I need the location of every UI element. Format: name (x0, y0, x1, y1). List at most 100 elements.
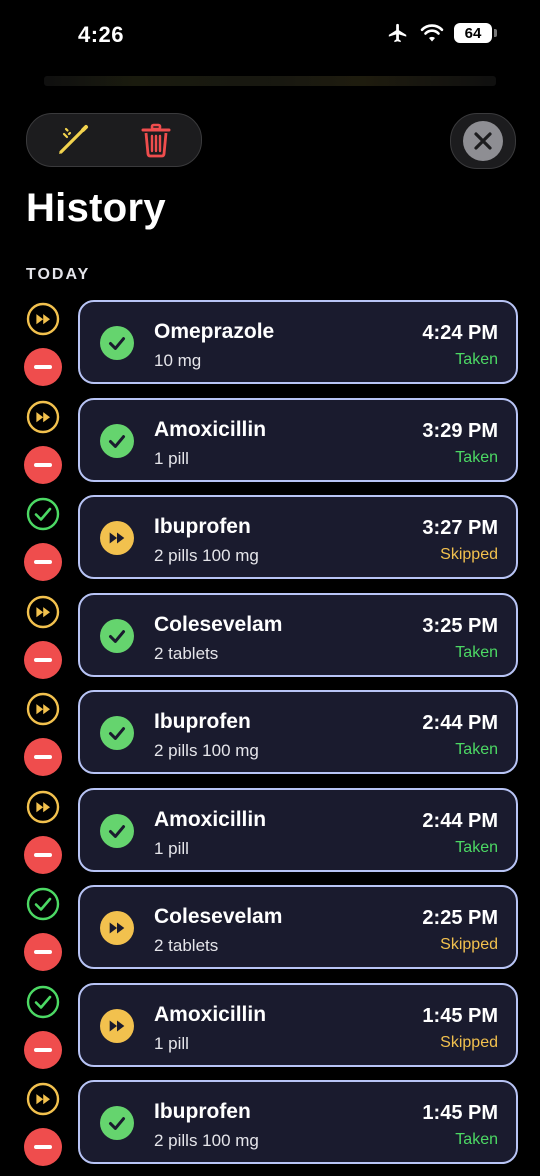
mark-taken-button[interactable] (26, 887, 60, 921)
fast-forward-circle-icon (26, 400, 60, 438)
medication-dose: 1 pill (154, 1033, 189, 1053)
history-row: Ibuprofen 2 pills 100 mg 3:27 PM Skipped (0, 493, 540, 591)
delete-entry-button[interactable] (24, 933, 62, 971)
medication-name: Ibuprofen (154, 1100, 251, 1123)
delete-entry-button[interactable] (24, 1030, 62, 1069)
history-card[interactable]: Amoxicillin 1 pill 2:44 PM Taken (78, 787, 518, 872)
checkmark-circle-icon (26, 497, 60, 535)
delete-entry-button[interactable] (24, 543, 62, 581)
dose-status: Taken (455, 741, 498, 758)
dose-time: 3:27 PM (422, 517, 498, 539)
history-card[interactable]: Colesevelam 2 tablets 3:25 PM Taken (78, 592, 518, 677)
minus-icon (34, 950, 52, 954)
medication-dose: 1 pill (154, 838, 189, 858)
dose-time: 2:44 PM (422, 712, 498, 734)
dose-time: 1:45 PM (422, 1102, 498, 1124)
battery-indicator: 64 (454, 23, 497, 43)
dose-status: Taken (455, 351, 498, 368)
status-time: 4:26 (78, 22, 125, 47)
minus-icon (34, 560, 52, 564)
history-row: Ibuprofen 2 pills 100 mg 1:45 PM Taken (0, 1078, 540, 1176)
delete-entry-button[interactable] (24, 445, 62, 484)
fast-forward-circle-icon (26, 595, 60, 633)
checkmark-icon (100, 618, 134, 653)
minus-icon (34, 462, 52, 467)
checkmark-circle-icon (26, 985, 60, 1023)
delete-entry-button[interactable] (24, 348, 62, 386)
fast-forward-circle-icon (26, 790, 60, 828)
medication-dose: 2 pills 100 mg (154, 1131, 259, 1150)
mark-skipped-button[interactable] (26, 302, 60, 336)
delete-entry-button[interactable] (24, 738, 62, 776)
status-icons: 64 (386, 22, 497, 44)
checkmark-icon (100, 1106, 134, 1140)
medication-name: Amoxicillin (154, 807, 267, 831)
fast-forward-icon (100, 1008, 134, 1043)
dose-time: 2:44 PM (422, 809, 498, 832)
history-row: Omeprazole 10 mg 4:24 PM Taken (0, 298, 540, 396)
history-card[interactable]: Ibuprofen 2 pills 100 mg 3:27 PM Skipped (78, 495, 518, 579)
medication-dose: 2 tablets (154, 936, 219, 955)
delete-all-button[interactable] (136, 120, 176, 160)
dose-status: Taken (455, 838, 498, 856)
medication-name: Colesevelam (154, 905, 283, 928)
delete-entry-button[interactable] (24, 835, 62, 874)
checkmark-icon (100, 326, 134, 360)
history-row: Colesevelam 2 tablets 3:25 PM Taken (0, 591, 540, 689)
battery-level: 64 (464, 24, 482, 42)
fast-forward-icon (100, 911, 134, 945)
dose-status: Taken (455, 643, 498, 661)
dose-status: Skipped (440, 936, 498, 953)
mark-skipped-button[interactable] (26, 400, 60, 434)
close-button[interactable] (450, 113, 516, 169)
mark-skipped-button[interactable] (26, 790, 60, 824)
dose-time: 1:45 PM (422, 1004, 498, 1027)
dose-status: Skipped (440, 1033, 498, 1051)
history-card[interactable]: Amoxicillin 1 pill 1:45 PM Skipped (78, 982, 518, 1067)
checkmark-icon (100, 716, 134, 750)
medication-dose: 10 mg (154, 351, 202, 370)
history-row: Amoxicillin 1 pill 2:44 PM Taken (0, 786, 540, 884)
medication-dose: 2 pills 100 mg (154, 546, 259, 565)
history-list: Omeprazole 10 mg 4:24 PM Taken Amoxicill… (0, 298, 540, 1176)
checkmark-circle-icon (26, 887, 60, 925)
history-row: Colesevelam 2 tablets 2:25 PM Skipped (0, 883, 540, 981)
history-card[interactable]: Ibuprofen 2 pills 100 mg 2:44 PM Taken (78, 690, 518, 774)
history-card[interactable]: Ibuprofen 2 pills 100 mg 1:45 PM Taken (78, 1080, 518, 1164)
mark-taken-button[interactable] (26, 497, 60, 531)
dose-status: Skipped (440, 546, 498, 563)
history-row: Amoxicillin 1 pill 1:45 PM Skipped (0, 981, 540, 1079)
history-card[interactable]: Colesevelam 2 tablets 2:25 PM Skipped (78, 885, 518, 969)
checkmark-icon (100, 423, 134, 458)
medication-dose: 1 pill (154, 448, 189, 468)
delete-entry-button[interactable] (24, 640, 62, 679)
mark-skipped-button[interactable] (26, 692, 60, 726)
minus-icon (34, 755, 52, 759)
minus-icon (34, 852, 52, 857)
fast-forward-circle-icon (26, 692, 60, 730)
fast-forward-icon (100, 521, 134, 555)
section-header-today: TODAY (26, 266, 91, 283)
minus-icon (34, 657, 52, 662)
delete-entry-button[interactable] (24, 1128, 62, 1166)
dose-status: Taken (455, 448, 498, 466)
wifi-icon (420, 24, 444, 42)
minus-icon (34, 365, 52, 369)
fast-forward-circle-icon (26, 1082, 60, 1120)
medication-name: Ibuprofen (154, 710, 251, 733)
mark-skipped-button[interactable] (26, 595, 60, 629)
history-card[interactable]: Omeprazole 10 mg 4:24 PM Taken (78, 300, 518, 384)
edit-button[interactable] (53, 120, 93, 160)
minus-icon (34, 1145, 52, 1149)
page-title: History (26, 186, 166, 230)
medication-name: Omeprazole (154, 320, 275, 343)
toolbar-group (26, 113, 202, 167)
medication-name: Ibuprofen (154, 515, 251, 538)
dose-time: 3:25 PM (422, 614, 498, 637)
medication-dose: 2 pills 100 mg (154, 741, 259, 760)
history-row: Amoxicillin 1 pill 3:29 PM Taken (0, 396, 540, 494)
background-preview-strip (44, 76, 496, 86)
mark-taken-button[interactable] (26, 985, 60, 1019)
history-card[interactable]: Amoxicillin 1 pill 3:29 PM Taken (78, 397, 518, 482)
mark-skipped-button[interactable] (26, 1082, 60, 1116)
